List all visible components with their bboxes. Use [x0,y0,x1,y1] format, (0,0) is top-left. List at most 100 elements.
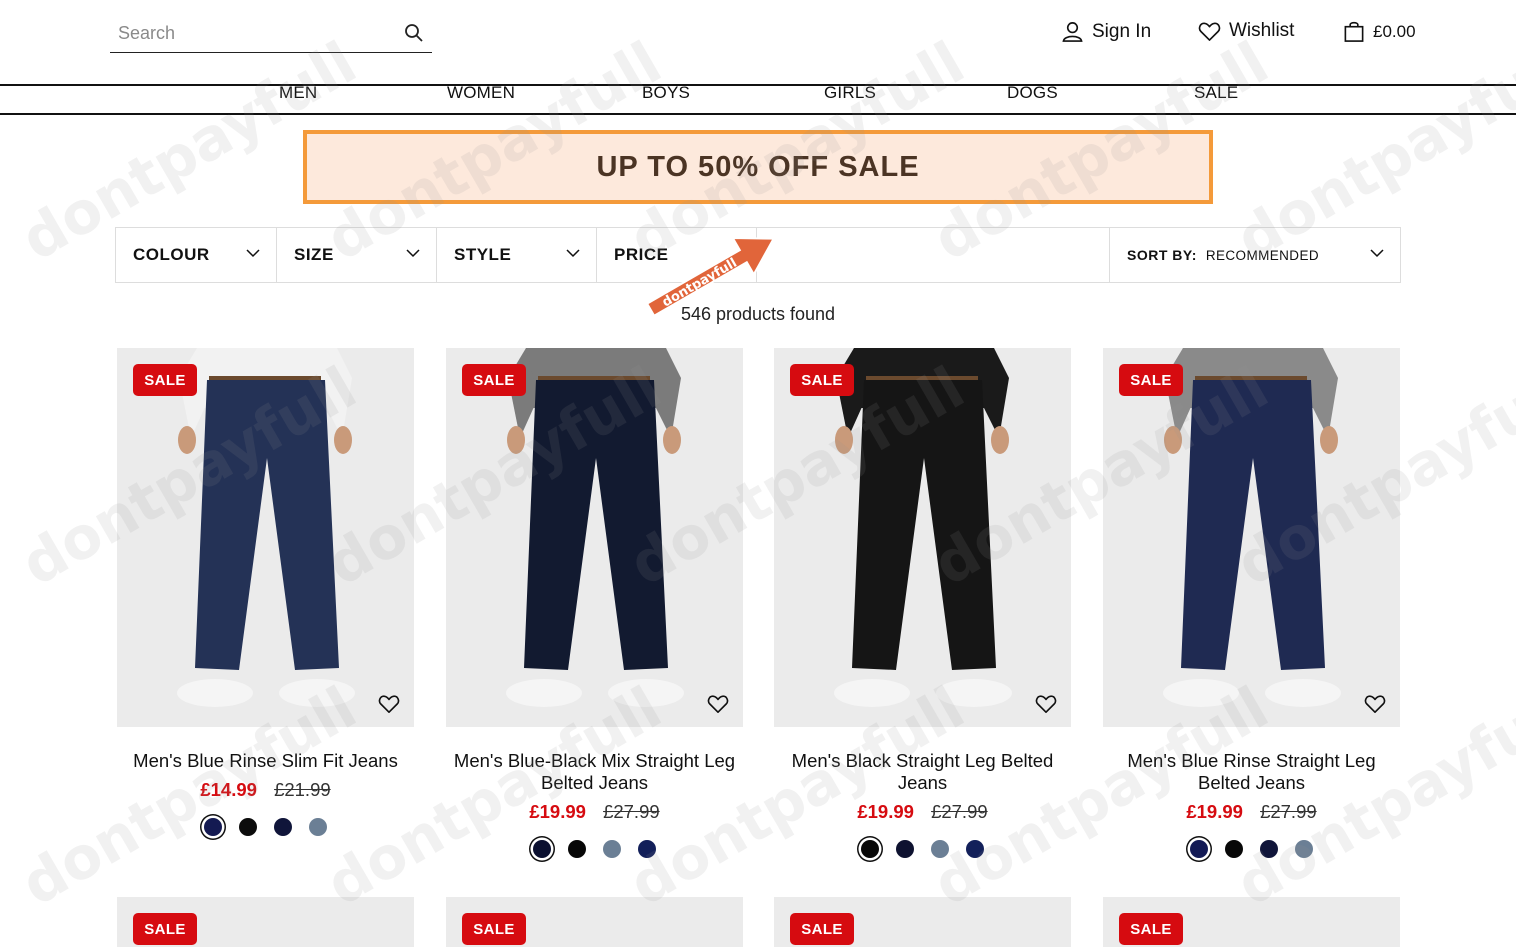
price-was: £27.99 [931,801,988,822]
price-now: £19.99 [529,801,586,822]
nav-divider-top [0,84,1516,86]
product-card[interactable]: SALE [446,897,743,947]
heart-icon [1198,22,1221,41]
wishlist-heart-icon[interactable] [1364,694,1386,714]
colour-swatch[interactable] [239,818,257,836]
colour-swatch[interactable] [896,840,914,858]
price-was: £21.99 [274,779,331,800]
wishlist-label: Wishlist [1229,20,1295,41]
nav-item-boys[interactable]: BOYS [642,83,690,103]
colour-swatches [774,840,1071,858]
chevron-down-icon [246,249,260,258]
product-title[interactable]: Men's Blue Rinse Slim Fit Jeans [117,750,414,772]
filter-style[interactable]: STYLE [437,228,597,282]
user-icon [1062,22,1083,42]
product-image[interactable]: SALE [774,348,1071,727]
sort-dropdown[interactable]: SORT BY: RECOMMENDED [1110,228,1400,282]
sale-badge: SALE [1119,913,1183,945]
colour-swatch[interactable] [568,840,586,858]
nav-item-sale[interactable]: SALE [1194,83,1238,103]
price-was: £27.99 [1260,801,1317,822]
sort-value: RECOMMENDED [1205,247,1320,263]
nav-item-dogs[interactable]: DOGS [1007,83,1058,103]
promo-arrow-text: dontpayfull [660,256,740,311]
jeans-illustration [1163,348,1341,707]
colour-swatch[interactable] [638,840,656,858]
filter-colour[interactable]: COLOUR [116,228,277,282]
product-image[interactable]: SALE [446,348,743,727]
search-bar [110,16,432,53]
colour-swatch[interactable] [309,818,327,836]
price-was: £27.99 [603,801,660,822]
shopping-bag-icon [1344,21,1364,42]
colour-swatch[interactable] [931,840,949,858]
filter-size-label: SIZE [294,245,334,264]
chevron-down-icon [406,249,420,258]
colour-swatch[interactable] [1260,840,1278,858]
sign-in-link[interactable]: Sign In [1061,20,1151,43]
sign-in-label: Sign In [1092,20,1152,42]
colour-swatch[interactable] [1190,840,1208,858]
filter-spacer [757,228,1110,282]
product-card[interactable]: SALE [774,897,1071,947]
sale-badge: SALE [133,364,197,396]
sale-banner[interactable]: UP TO 50% OFF SALE [303,130,1213,204]
sort-label: SORT BY: [1127,247,1197,263]
nav-item-women[interactable]: WOMEN [447,83,515,103]
wishlist-heart-icon[interactable] [707,694,729,714]
colour-swatch[interactable] [204,818,222,836]
colour-swatch[interactable] [861,840,879,858]
product-card[interactable]: SALE Men's Blue Rinse Straight Leg Belte… [1103,348,1400,858]
basket-link[interactable]: £0.00 [1343,20,1416,43]
basket-total: £0.00 [1373,21,1416,41]
price-now: £19.99 [857,801,914,822]
product-count: 546 products found [680,304,836,324]
price-now: £19.99 [1186,801,1243,822]
product-prices: £19.99 £27.99 [774,801,1071,823]
product-title[interactable]: Men's Blue-Black Mix Straight Leg Belted… [446,750,743,794]
product-card[interactable]: SALE Men's Blue-Black Mix Straight Leg B… [446,348,743,858]
search-input[interactable] [110,16,390,50]
product-title[interactable]: Men's Blue Rinse Straight Leg Belted Jea… [1103,750,1400,794]
colour-swatch[interactable] [1225,840,1243,858]
product-prices: £14.99 £21.99 [117,779,414,801]
price-now: £14.99 [200,779,257,800]
sale-badge: SALE [790,913,854,945]
wishlist-link[interactable]: Wishlist [1198,20,1294,42]
product-image[interactable]: SALE [117,348,414,727]
nav-item-men[interactable]: MEN [279,83,317,103]
colour-swatch[interactable] [274,818,292,836]
jeans-illustration [177,348,355,707]
colour-swatch[interactable] [533,840,551,858]
filter-size[interactable]: SIZE [277,228,437,282]
filter-style-label: STYLE [454,245,512,264]
sale-badge: SALE [133,913,197,945]
nav-divider-bottom [0,113,1516,115]
product-prices: £19.99 £27.99 [446,801,743,823]
sale-banner-text: UP TO 50% OFF SALE [596,150,920,183]
filter-colour-label: COLOUR [133,245,210,264]
sale-badge: SALE [790,364,854,396]
chevron-down-icon [1370,249,1384,258]
colour-swatch[interactable] [1295,840,1313,858]
wishlist-heart-icon[interactable] [378,694,400,714]
nav-item-girls[interactable]: GIRLS [824,83,876,103]
chevron-down-icon [566,249,580,258]
product-card[interactable]: SALE [1103,897,1400,947]
search-icon[interactable] [404,23,424,43]
product-card[interactable]: SALE Men's Blue Rinse Slim Fit Jeans £14… [117,348,414,836]
colour-swatches [446,840,743,858]
product-prices: £19.99 £27.99 [1103,801,1400,823]
product-card[interactable]: SALE [117,897,414,947]
wishlist-heart-icon[interactable] [1035,694,1057,714]
colour-swatch[interactable] [966,840,984,858]
jeans-illustration [834,348,1012,707]
product-image[interactable]: SALE [1103,348,1400,727]
product-card[interactable]: SALE Men's Black Straight Leg Belted Jea… [774,348,1071,858]
colour-swatch[interactable] [603,840,621,858]
product-title[interactable]: Men's Black Straight Leg Belted Jeans [774,750,1071,794]
sale-badge: SALE [462,364,526,396]
sale-badge: SALE [462,913,526,945]
colour-swatches [1103,840,1400,858]
sale-badge: SALE [1119,364,1183,396]
